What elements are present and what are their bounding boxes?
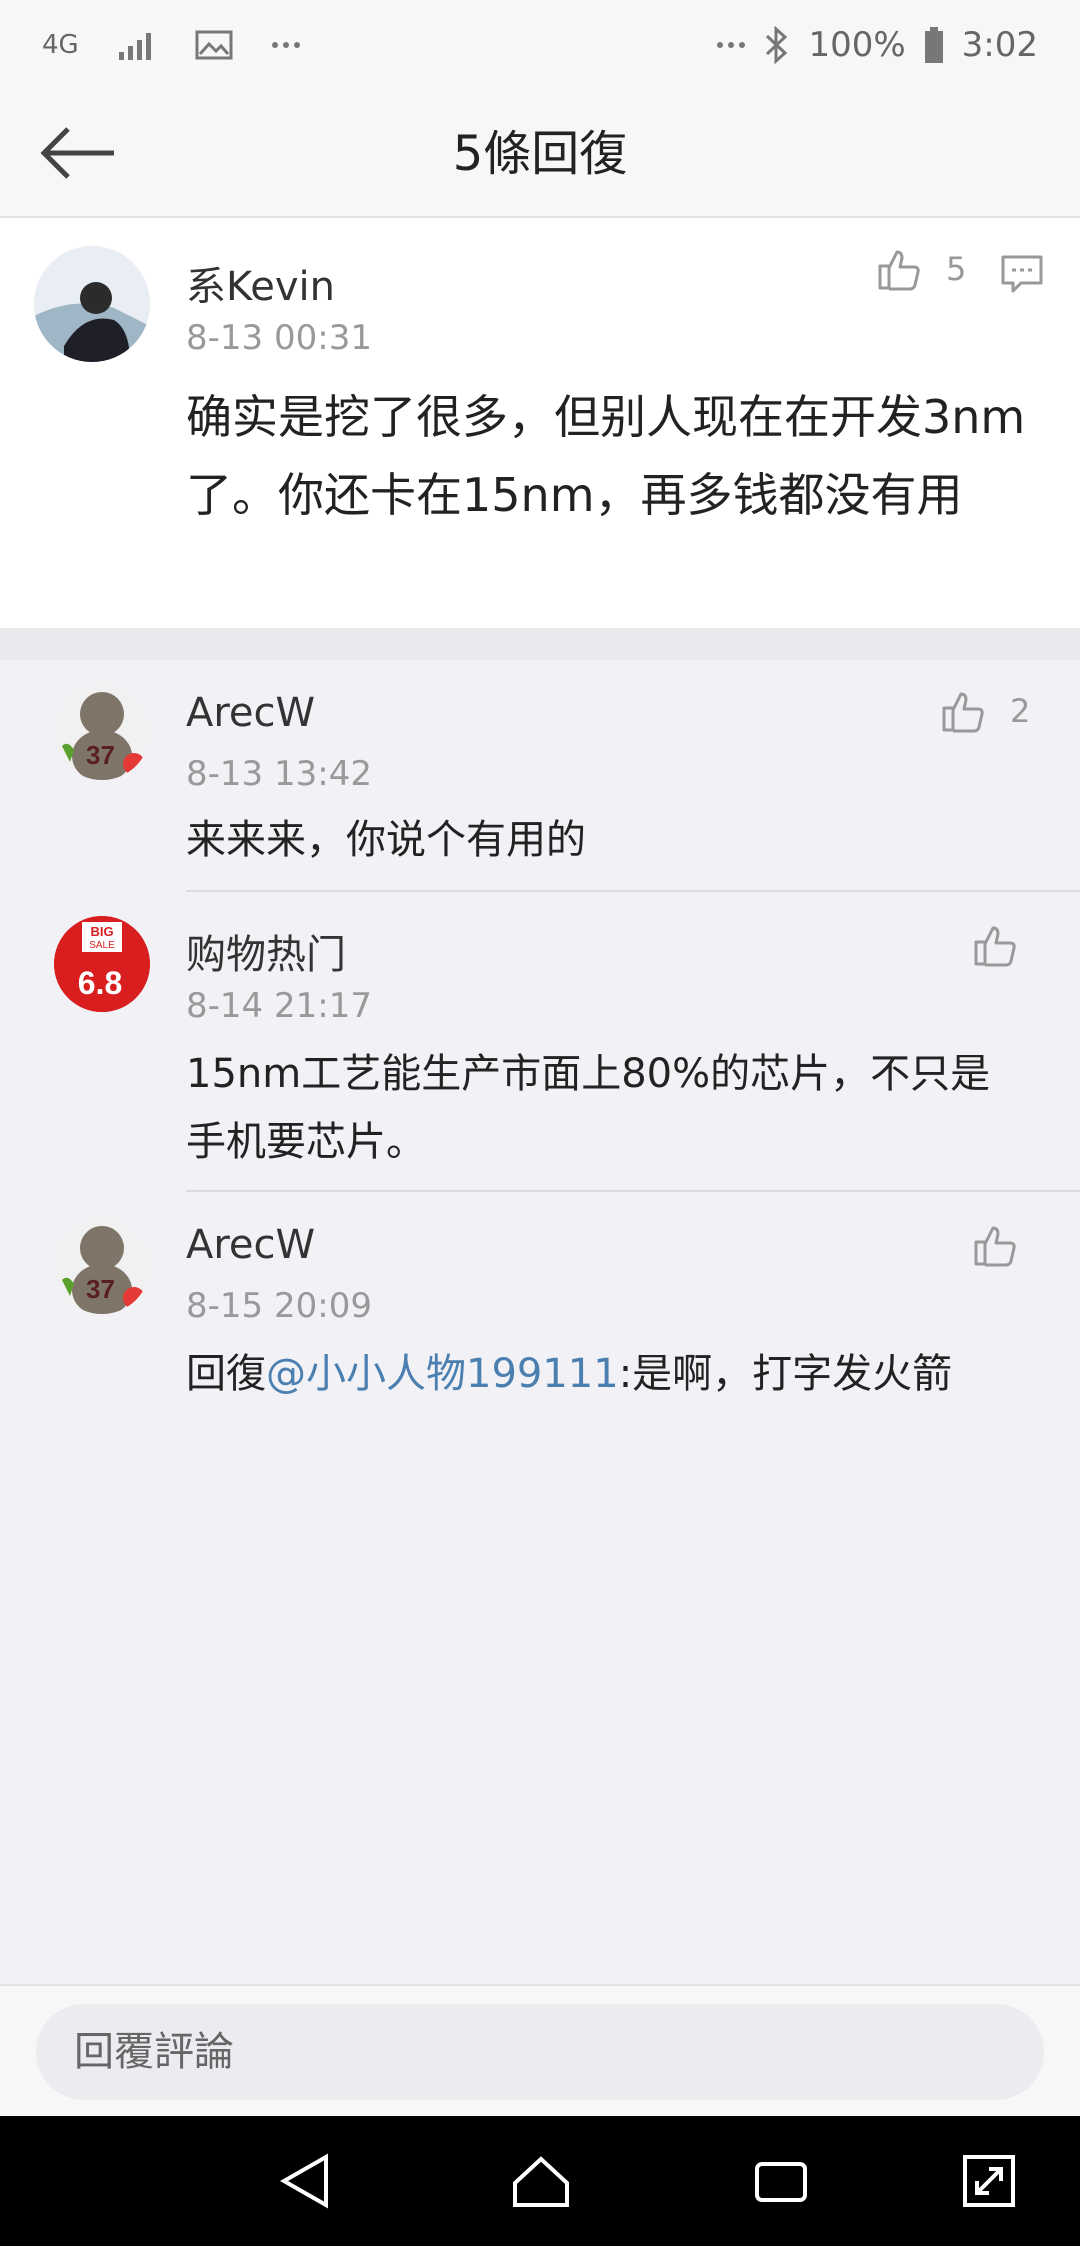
battery-icon [924, 27, 944, 63]
back-button[interactable] [38, 118, 128, 188]
reply-body: :是啊，打字发火箭 [618, 1351, 953, 1397]
system-back-button[interactable] [270, 2148, 340, 2214]
username[interactable]: ArecW [186, 1222, 315, 1268]
comment-text: 确实是挖了很多，但别人现在在开发3nm了。你还卡在15nm，再多钱都没有用 [186, 390, 1026, 522]
comment-text: 来来来，你说个有用的 [186, 817, 586, 863]
avatar[interactable]: 37 [54, 684, 150, 780]
page-title: 5條回復 [452, 126, 628, 182]
comment-icon [1001, 255, 1043, 293]
triangle-back-icon [280, 2153, 328, 2209]
header: 5條回復 [0, 90, 1080, 218]
more-icon [271, 40, 301, 50]
system-recent-apps-button[interactable] [746, 2148, 816, 2214]
thumbs-up-icon [974, 1226, 1016, 1267]
battery-percent: 100% [808, 25, 906, 65]
username[interactable]: ArecW [186, 690, 315, 736]
reply-input[interactable]: 回覆評論 [36, 2004, 1044, 2100]
recent-apps-icon [755, 2162, 807, 2202]
main-comment: 系Kevin 8-13 00:31 5 确实是挖了很多，但别人现在在开发3nm了… [0, 218, 1080, 628]
svg-text:37: 37 [86, 1274, 115, 1304]
reply-prefix: 回復 [186, 1351, 266, 1397]
avatar[interactable]: 37 [54, 1218, 150, 1314]
username[interactable]: 购物热门 [186, 922, 346, 980]
username[interactable]: 系Kevin [186, 254, 335, 312]
mention-link[interactable]: @小小人物199111 [266, 1351, 619, 1397]
reply-bar: 回覆評論 [0, 1984, 1080, 2116]
comment-text: 回復@小小人物199111:是啊，打字发火箭 [186, 1340, 952, 1408]
like-button[interactable] [972, 1222, 1018, 1268]
home-icon [513, 2156, 569, 2207]
svg-text:37: 37 [86, 740, 115, 770]
timestamp: 8-13 13:42 [186, 754, 372, 794]
arrow-left-icon [40, 127, 114, 179]
thumbs-up-icon [878, 250, 920, 291]
timestamp: 8-14 21:17 [186, 986, 372, 1026]
timestamp: 8-15 20:09 [186, 1286, 372, 1326]
clock: 3:02 [961, 25, 1038, 65]
like-button[interactable]: 2 [940, 688, 1030, 734]
like-button[interactable] [972, 922, 1018, 968]
like-count: 5 [946, 250, 967, 288]
timestamp: 8-13 00:31 [186, 318, 372, 358]
comment-text: 15nm工艺能生产市面上80%的芯片，不只是手机要芯片。 [186, 1051, 991, 1165]
reply-comment-button[interactable] [1000, 254, 1044, 298]
system-home-button[interactable] [506, 2148, 576, 2214]
system-expand-button[interactable] [954, 2148, 1024, 2214]
avatar[interactable] [34, 246, 150, 362]
divider [186, 890, 1080, 892]
network-type: 4G [42, 30, 79, 60]
avatar[interactable]: BIG SALE 6.8 [54, 916, 150, 1012]
thumbs-up-icon [942, 692, 984, 733]
system-navigation-bar [0, 2116, 1080, 2246]
image-icon [195, 30, 233, 60]
like-count: 2 [1010, 692, 1031, 730]
signal-icon [117, 30, 157, 60]
expand-icon [963, 2155, 1015, 2207]
status-bar: 4G 100% 3:02 [0, 0, 1080, 90]
svg-text:6.8: 6.8 [78, 965, 122, 1001]
divider [186, 1190, 1080, 1192]
like-button[interactable]: 5 [876, 246, 966, 292]
thumbs-up-icon [974, 926, 1016, 967]
section-divider [0, 628, 1080, 660]
more-icon [716, 40, 746, 50]
svg-text:SALE: SALE [89, 940, 115, 951]
bluetooth-icon [764, 26, 790, 64]
svg-text:BIG: BIG [90, 924, 113, 939]
